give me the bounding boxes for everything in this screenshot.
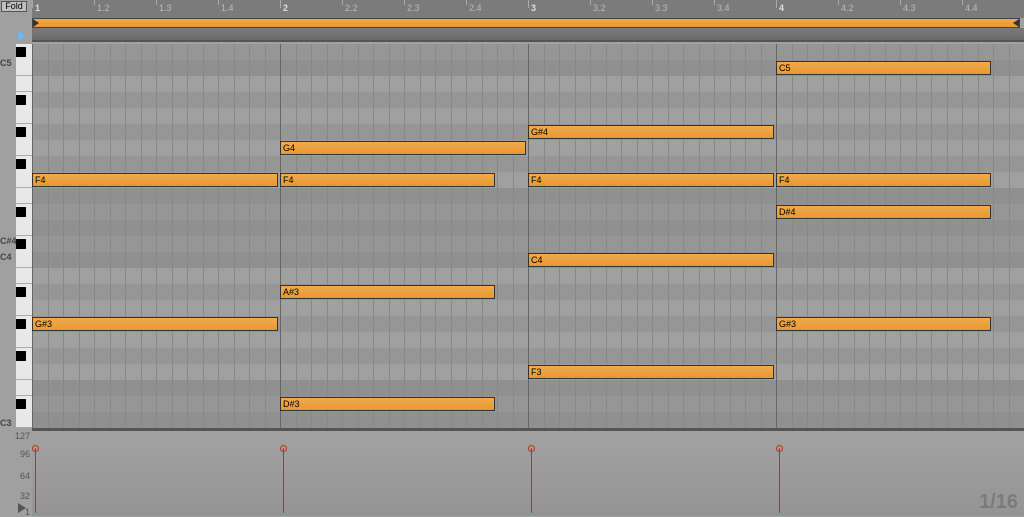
timeline-label: 2.2: [345, 3, 358, 13]
piano-white-key[interactable]: [16, 300, 32, 316]
midi-note[interactable]: F4: [32, 173, 278, 187]
midi-note[interactable]: D#3: [280, 397, 495, 411]
timeline-label: 1.3: [159, 3, 172, 13]
vel-mark-64: 64: [12, 471, 30, 481]
velocity-stem[interactable]: [531, 448, 532, 513]
piano-black-key[interactable]: [16, 95, 26, 105]
velocity-handle[interactable]: [776, 445, 783, 452]
piano-black-key[interactable]: [16, 127, 26, 137]
timeline-label: 1.2: [97, 3, 110, 13]
piano-keyboard[interactable]: [16, 44, 32, 428]
timeline-label: 3.3: [655, 3, 668, 13]
midi-note[interactable]: G#3: [32, 317, 278, 331]
timeline-ruler[interactable]: 1 1.2 1.3 1.4 2 2.2 2.3 2.4 3 3.2 3.3 3.4 4 4.2 4.3 4.4: [32, 0, 1024, 18]
play-start-marker-icon[interactable]: [18, 31, 26, 41]
timeline-label: 3: [531, 3, 536, 13]
vel-mark-96: 96: [12, 449, 30, 459]
vel-mark-32: 32: [12, 491, 30, 501]
midi-note[interactable]: F4: [776, 173, 991, 187]
midi-note[interactable]: G#4: [528, 125, 774, 139]
piano-white-key[interactable]: [16, 60, 32, 76]
timeline-label: 2: [283, 3, 288, 13]
piano-black-key[interactable]: [16, 287, 26, 297]
timeline-label: 2.3: [407, 3, 420, 13]
timeline-label: 4.4: [965, 3, 978, 13]
timeline-label: 4: [779, 3, 784, 13]
piano-white-key[interactable]: [16, 380, 32, 396]
timeline-label: 2.4: [469, 3, 482, 13]
velocity-handle[interactable]: [528, 445, 535, 452]
midi-note[interactable]: F3: [528, 365, 774, 379]
velocity-stem[interactable]: [779, 448, 780, 513]
timeline-label: 1.4: [221, 3, 234, 13]
velocity-lane[interactable]: 127 96 64 32 1 1/16: [32, 428, 1024, 516]
velocity-handle[interactable]: [280, 445, 287, 452]
piano-white-key[interactable]: [16, 108, 32, 124]
piano-white-key[interactable]: [16, 76, 32, 92]
midi-note[interactable]: A#3: [280, 285, 495, 299]
vel-mark-127: 127: [12, 431, 30, 441]
loop-brace[interactable]: [32, 18, 1020, 28]
midi-note[interactable]: C5: [776, 61, 991, 75]
piano-black-key[interactable]: [16, 47, 26, 57]
octave-label-csharp4: C#4: [0, 236, 15, 246]
midi-note[interactable]: F4: [528, 173, 774, 187]
piano-black-key[interactable]: [16, 207, 26, 217]
piano-white-key[interactable]: [16, 412, 32, 428]
piano-white-key[interactable]: [16, 364, 32, 380]
timeline-label: 1: [35, 3, 40, 13]
octave-label-c5: C5: [0, 58, 15, 68]
timeline-label: 3.4: [717, 3, 730, 13]
velocity-handle[interactable]: [32, 445, 39, 452]
lane-toggle-icon[interactable]: [18, 503, 26, 513]
fold-button[interactable]: Fold: [1, 1, 27, 12]
octave-label-c3: C3: [0, 418, 15, 428]
piano-black-key[interactable]: [16, 351, 26, 361]
midi-note[interactable]: G4: [280, 141, 526, 155]
midi-note[interactable]: D#4: [776, 205, 991, 219]
midi-note-grid[interactable]: C5G#4G4F4F4F4F4D#4C4A#3G#3G#3F3D#3C#3: [32, 44, 1024, 428]
timeline-label: 4.2: [841, 3, 854, 13]
piano-white-key[interactable]: [16, 172, 32, 188]
timeline-label: 3.2: [593, 3, 606, 13]
timeline-label: 4.3: [903, 3, 916, 13]
piano-white-key[interactable]: [16, 252, 32, 268]
piano-white-key[interactable]: [16, 332, 32, 348]
velocity-stem[interactable]: [283, 448, 284, 513]
piano-white-key[interactable]: [16, 140, 32, 156]
midi-note[interactable]: F4: [280, 173, 495, 187]
piano-black-key[interactable]: [16, 239, 26, 249]
header-strip: [32, 28, 1024, 42]
piano-white-key[interactable]: [16, 268, 32, 284]
piano-black-key[interactable]: [16, 399, 26, 409]
octave-label-c4: C4: [0, 252, 15, 262]
velocity-stem[interactable]: [35, 448, 36, 513]
piano-white-key[interactable]: [16, 220, 32, 236]
midi-note[interactable]: G#3: [776, 317, 991, 331]
midi-note[interactable]: C4: [528, 253, 774, 267]
piano-black-key[interactable]: [16, 159, 26, 169]
piano-white-key[interactable]: [16, 188, 32, 204]
piano-black-key[interactable]: [16, 319, 26, 329]
grid-resolution-label: 1/16: [979, 491, 1018, 514]
